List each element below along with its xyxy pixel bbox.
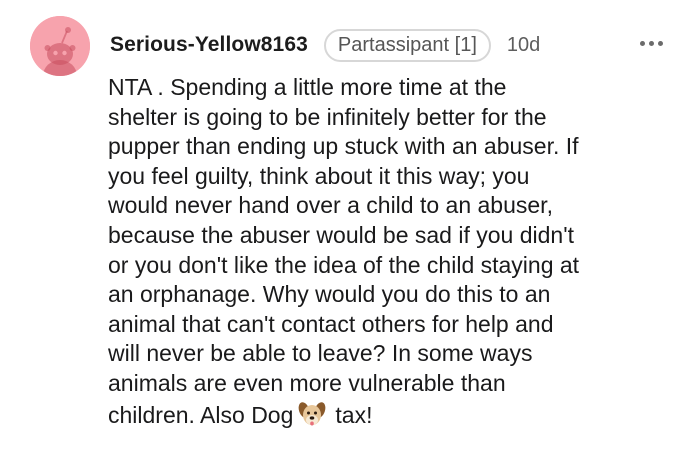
comment-line: animal that can't contact others for hel… xyxy=(108,310,554,337)
reddit-snoo-icon xyxy=(30,16,90,76)
comment-line-fragment: children. Also Dog xyxy=(108,401,294,428)
comment-line: pupper than ending up stuck with an abus… xyxy=(108,133,579,160)
comment-line: animals are even more vulnerable than xyxy=(108,369,506,396)
comment-line: you feel guilty, think about it this way… xyxy=(108,162,530,189)
dog-face-emoji-icon xyxy=(299,401,326,426)
more-options-dot xyxy=(657,40,663,46)
comment-line: NTA . Spending a little more time at the xyxy=(108,74,507,100)
comment-age: 10d xyxy=(506,33,541,56)
comment-line-fragment: tax! xyxy=(335,401,373,428)
username-link[interactable]: Serious-Yellow8163 xyxy=(110,33,308,57)
comment-line: shelter is going to be infinitely better… xyxy=(108,103,547,130)
more-options-dot xyxy=(648,40,654,46)
comment-body: NTA . Spending a little more time at the… xyxy=(108,73,693,430)
more-options-icon xyxy=(639,40,645,46)
avatar[interactable] xyxy=(30,16,90,76)
comment-line: an orphanage. Why would you do this to a… xyxy=(108,281,551,308)
user-flair: Partassipant [1] xyxy=(323,28,491,62)
comment-line: will never be able to leave? In some way… xyxy=(108,340,533,367)
more-options-button[interactable] xyxy=(634,31,668,55)
comment-last-line: children. Also Dog tax! xyxy=(108,399,693,431)
comment-line: or you don't like the idea of the child … xyxy=(108,251,580,278)
comment: Serious-Yellow8163 Partassipant [1] 10d … xyxy=(0,0,700,467)
comment-line: would never hand over a child to an abus… xyxy=(108,192,553,219)
comment-meta: Serious-Yellow8163 Partassipant [1] 10d xyxy=(110,28,540,62)
comment-line: because the abuser would be sad if you d… xyxy=(108,221,574,248)
